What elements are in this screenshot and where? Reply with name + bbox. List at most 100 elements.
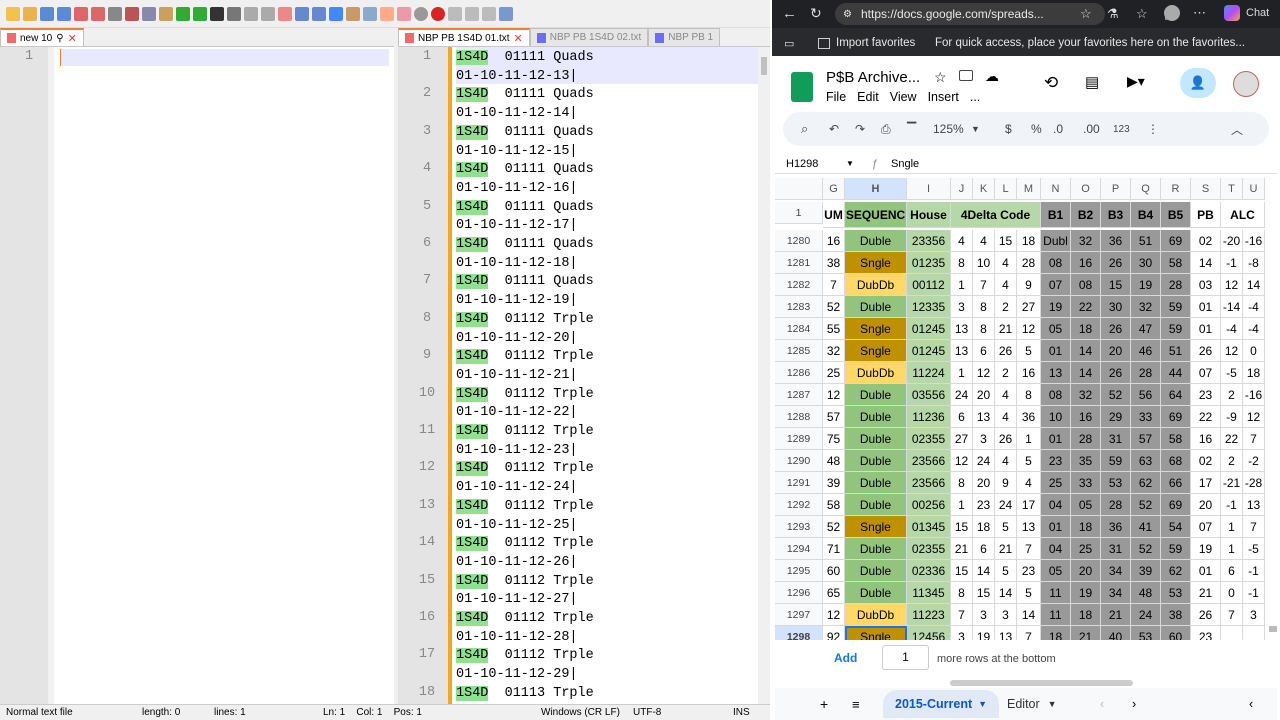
- sequence-cell[interactable]: Duble: [845, 560, 907, 582]
- sequence-cell[interactable]: DubDb: [845, 274, 907, 296]
- cell[interactable]: 48: [823, 450, 845, 472]
- ball-cell[interactable]: 52: [1101, 384, 1131, 406]
- ball-cell[interactable]: 33: [1071, 472, 1101, 494]
- tab-file-03[interactable]: NBP PB 1: [648, 28, 721, 46]
- redo-icon[interactable]: ↷: [855, 122, 865, 136]
- ball-cell[interactable]: 10: [1041, 406, 1071, 428]
- delta-cell[interactable]: 8: [973, 318, 995, 340]
- cell[interactable]: -1: [1221, 494, 1243, 516]
- ball-cell[interactable]: 39: [1131, 560, 1161, 582]
- ball-cell[interactable]: 05: [1071, 494, 1101, 516]
- sequence-cell[interactable]: Duble: [845, 296, 907, 318]
- cell[interactable]: 39: [823, 472, 845, 494]
- ball-cell[interactable]: 08: [1071, 274, 1101, 296]
- sequence-cell[interactable]: Sngle: [845, 340, 907, 362]
- site-info-icon[interactable]: ⚙: [843, 9, 852, 20]
- delta-cell[interactable]: 36: [1017, 406, 1041, 428]
- ball-cell[interactable]: 34: [1101, 582, 1131, 604]
- cell[interactable]: 38: [823, 252, 845, 274]
- add-rows-count-input[interactable]: 1: [882, 645, 929, 670]
- delta-cell[interactable]: 13: [1017, 516, 1041, 538]
- delta-cell[interactable]: 5: [1017, 450, 1041, 472]
- header-cell[interactable]: 4Delta Code: [951, 202, 1041, 228]
- ball-cell[interactable]: 40: [1101, 626, 1131, 640]
- house-cell[interactable]: 01345: [907, 516, 951, 538]
- delta-cell[interactable]: 6: [973, 538, 995, 560]
- delta-cell[interactable]: 4: [995, 252, 1017, 274]
- tab-actions-icon[interactable]: ▭: [784, 37, 794, 50]
- sequence-cell[interactable]: Duble: [845, 230, 907, 252]
- ball-cell[interactable]: 31: [1101, 538, 1131, 560]
- house-cell[interactable]: 12456: [907, 626, 951, 640]
- ball-cell[interactable]: 32: [1071, 230, 1101, 252]
- ball-cell[interactable]: 11: [1041, 604, 1071, 626]
- cell[interactable]: -2: [1243, 450, 1265, 472]
- cell[interactable]: 12: [823, 604, 845, 626]
- ball-cell[interactable]: 52: [1131, 538, 1161, 560]
- doc-map-icon[interactable]: [363, 6, 377, 21]
- cell[interactable]: 14: [1243, 274, 1265, 296]
- house-cell[interactable]: 01245: [907, 340, 951, 362]
- ball-cell[interactable]: 28: [1161, 274, 1191, 296]
- delta-cell[interactable]: 15: [973, 582, 995, 604]
- ball-cell[interactable]: 04: [1041, 538, 1071, 560]
- delta-cell[interactable]: 24: [951, 384, 973, 406]
- ball-cell[interactable]: 05: [1041, 318, 1071, 340]
- delta-cell[interactable]: 18: [973, 516, 995, 538]
- delta-cell[interactable]: 19: [973, 626, 995, 640]
- row-number[interactable]: 1288: [775, 406, 823, 428]
- delta-cell[interactable]: 1: [951, 494, 973, 516]
- delta-cell[interactable]: 21: [951, 538, 973, 560]
- sequence-cell[interactable]: Duble: [845, 384, 907, 406]
- cell[interactable]: 7: [1243, 516, 1265, 538]
- cell[interactable]: 92: [823, 626, 845, 640]
- ball-cell[interactable]: 36: [1101, 516, 1131, 538]
- print-icon[interactable]: ⎙: [881, 122, 891, 137]
- wrap-icon[interactable]: [295, 6, 309, 21]
- copy-icon[interactable]: [142, 6, 156, 21]
- star-doc-icon[interactable]: ☆: [934, 69, 947, 86]
- ball-cell[interactable]: 46: [1131, 340, 1161, 362]
- delta-cell[interactable]: 15: [995, 230, 1017, 252]
- ball-cell[interactable]: 21: [1071, 626, 1101, 640]
- house-cell[interactable]: 01245: [907, 318, 951, 340]
- sequence-cell[interactable]: Sngle: [845, 516, 907, 538]
- ball-cell[interactable]: 08: [1041, 384, 1071, 406]
- column-header-q[interactable]: Q: [1131, 178, 1161, 200]
- tab-new-10[interactable]: new 10 ⚲ ✕: [0, 28, 84, 46]
- row-number[interactable]: 1289: [775, 428, 823, 450]
- paste-icon[interactable]: [159, 6, 173, 21]
- sequence-cell[interactable]: Duble: [845, 494, 907, 516]
- ball-cell[interactable]: 56: [1131, 384, 1161, 406]
- cell[interactable]: 12: [823, 384, 845, 406]
- ball-cell[interactable]: 20: [1101, 340, 1131, 362]
- pb-cell[interactable]: 19: [1191, 538, 1221, 560]
- cell[interactable]: 13: [1243, 494, 1265, 516]
- cell[interactable]: 22: [1221, 428, 1243, 450]
- star-icon[interactable]: ☆: [1080, 6, 1092, 22]
- delta-cell[interactable]: 7: [973, 274, 995, 296]
- delta-cell[interactable]: 5: [1017, 582, 1041, 604]
- ball-cell[interactable]: 62: [1131, 472, 1161, 494]
- delta-cell[interactable]: 16: [1017, 362, 1041, 384]
- favorites-icon[interactable]: ☆: [1136, 6, 1148, 22]
- delta-cell[interactable]: 10: [973, 252, 995, 274]
- ball-cell[interactable]: 53: [1131, 626, 1161, 640]
- header-cell[interactable]: B1: [1041, 202, 1071, 228]
- ball-cell[interactable]: 58: [1161, 252, 1191, 274]
- sequence-cell[interactable]: Duble: [845, 538, 907, 560]
- house-cell[interactable]: 02355: [907, 428, 951, 450]
- cell[interactable]: -4: [1243, 296, 1265, 318]
- ball-cell[interactable]: 30: [1131, 252, 1161, 274]
- ball-cell[interactable]: 60: [1161, 626, 1191, 640]
- play-icon[interactable]: [465, 6, 479, 21]
- cell[interactable]: -4: [1243, 318, 1265, 340]
- column-header-n[interactable]: N: [1041, 178, 1071, 200]
- delta-cell[interactable]: 13: [951, 318, 973, 340]
- meet-icon[interactable]: ▶▾: [1127, 73, 1145, 90]
- account-avatar[interactable]: [1233, 71, 1259, 97]
- delta-cell[interactable]: 4: [951, 230, 973, 252]
- menu-edit[interactable]: Edit: [857, 90, 879, 104]
- pb-cell[interactable]: 02: [1191, 450, 1221, 472]
- cell[interactable]: -16: [1243, 230, 1265, 252]
